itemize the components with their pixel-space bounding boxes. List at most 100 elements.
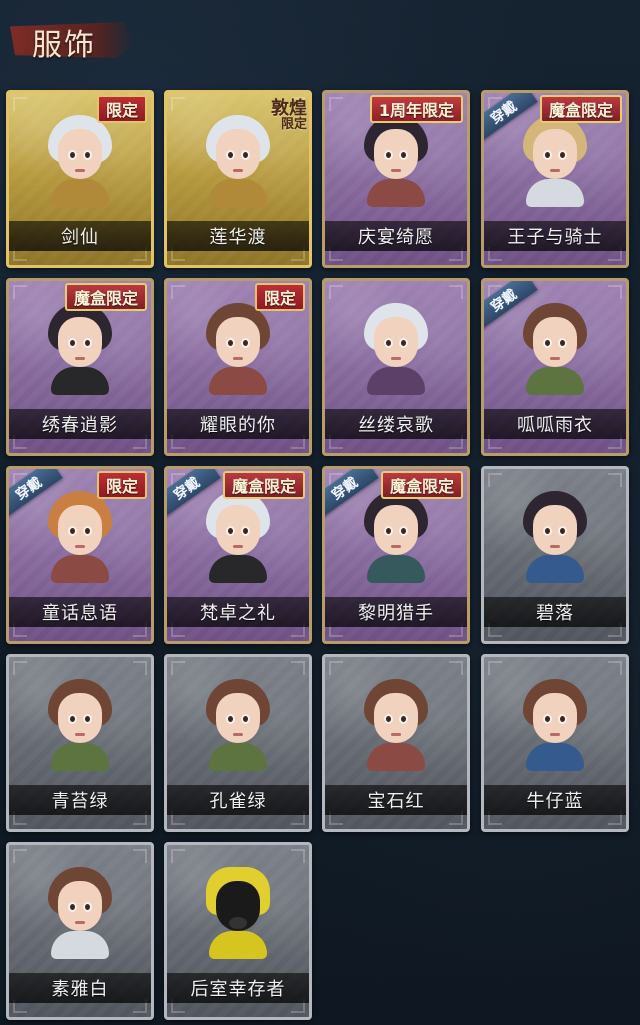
costume-badge: 魔盒限定 — [380, 471, 463, 499]
character-mouth — [391, 733, 401, 736]
character-mouth — [550, 169, 560, 172]
character-eye — [83, 338, 92, 348]
character-outfit — [526, 367, 584, 395]
card-corner-ornament — [608, 661, 622, 675]
costume-badge: 限定 — [96, 95, 147, 123]
card-corner-ornament — [171, 849, 185, 863]
costume-card[interactable]: 后室幸存者 — [164, 842, 312, 1020]
costume-card[interactable]: 魔盒限定 绣春逍影 — [6, 278, 154, 456]
costume-name-bar: 耀眼的你 — [167, 409, 309, 439]
character-eye — [558, 526, 567, 536]
card-corner-ornament — [13, 661, 27, 675]
costume-name-bar: 宝石红 — [325, 785, 467, 815]
character-eye — [543, 714, 552, 724]
character-eye — [543, 150, 552, 160]
costume-name: 孔雀绿 — [209, 791, 267, 812]
character-portrait — [199, 867, 277, 959]
character-outfit — [367, 367, 425, 395]
costume-name: 黎明猎手 — [358, 603, 434, 624]
costume-badge: 魔盒限定 — [222, 471, 305, 499]
character-mouth — [75, 733, 85, 736]
costume-name: 碧落 — [536, 603, 574, 624]
character-portrait — [199, 303, 277, 395]
character-mouth — [233, 169, 243, 172]
costume-card[interactable]: 宝石红 — [322, 654, 470, 832]
character-outfit — [209, 931, 267, 959]
costume-card[interactable]: 孔雀绿 — [164, 654, 312, 832]
costume-name-bar: 剑仙 — [9, 221, 151, 251]
costume-name-bar: 青苔绿 — [9, 785, 151, 815]
character-mouth — [233, 733, 243, 736]
costume-card[interactable]: 1周年限定 庆宴绮愿 — [322, 90, 470, 268]
costume-name-bar: 王子与骑士 — [484, 221, 626, 251]
card-corner-ornament — [488, 661, 502, 675]
character-eye — [399, 526, 408, 536]
costume-card[interactable]: 牛仔蓝 — [481, 654, 629, 832]
costume-name-bar: 黎明猎手 — [325, 597, 467, 627]
costume-name: 呱呱雨衣 — [517, 415, 593, 436]
costume-name-bar: 梵卓之礼 — [167, 597, 309, 627]
costume-name-bar: 绣春逍影 — [9, 409, 151, 439]
character-portrait — [41, 491, 119, 583]
card-corner-ornament — [291, 849, 305, 863]
card-corner-ornament — [449, 285, 463, 299]
costume-card[interactable]: 丝缕哀歌 — [322, 278, 470, 456]
card-corner-ornament — [449, 661, 463, 675]
character-portrait — [199, 491, 277, 583]
costume-name-bar: 丝缕哀歌 — [325, 409, 467, 439]
card-corner-ornament — [171, 661, 185, 675]
character-eye — [68, 150, 77, 160]
character-eye — [399, 338, 408, 348]
costume-name: 丝缕哀歌 — [358, 415, 434, 436]
card-corner-ornament — [133, 849, 147, 863]
costume-card[interactable]: 魔盒限定 穿戴 梵卓之礼 — [164, 466, 312, 644]
costume-name-bar: 呱呱雨衣 — [484, 409, 626, 439]
character-mouth — [233, 357, 243, 360]
character-mouth — [75, 357, 85, 360]
costume-card[interactable]: 青苔绿 — [6, 654, 154, 832]
costume-badge-line: 敦煌 — [271, 98, 307, 119]
costume-card[interactable]: 素雅白 — [6, 842, 154, 1020]
character-eye — [241, 526, 250, 536]
character-eye — [384, 338, 393, 348]
character-outfit — [51, 931, 109, 959]
costume-name: 庆宴绮愿 — [358, 227, 434, 248]
costume-name: 童话息语 — [42, 603, 118, 624]
costume-card[interactable]: 限定 穿戴 童话息语 — [6, 466, 154, 644]
character-portrait — [357, 679, 435, 771]
costume-name: 牛仔蓝 — [526, 791, 584, 812]
costume-card[interactable]: 魔盒限定 穿戴 王子与骑士 — [481, 90, 629, 268]
card-corner-ornament — [608, 285, 622, 299]
character-eye — [558, 714, 567, 724]
character-eye — [68, 526, 77, 536]
character-portrait — [357, 491, 435, 583]
costume-name: 素雅白 — [51, 979, 109, 1000]
costume-name: 宝石红 — [367, 791, 425, 812]
costume-card[interactable]: 魔盒限定 穿戴 黎明猎手 — [322, 466, 470, 644]
character-portrait — [516, 115, 594, 207]
character-eye — [399, 150, 408, 160]
costume-card[interactable]: 限定剑仙 — [6, 90, 154, 268]
character-eye — [558, 150, 567, 160]
card-corner-ornament — [13, 849, 27, 863]
character-outfit — [209, 743, 267, 771]
character-portrait — [41, 303, 119, 395]
card-corner-ornament — [329, 97, 343, 111]
costume-name: 后室幸存者 — [190, 979, 286, 1000]
character-outfit — [209, 367, 267, 395]
costume-badge: 限定 — [254, 283, 305, 311]
costume-card[interactable]: 敦煌 限定 莲华渡 — [164, 90, 312, 268]
character-portrait — [357, 303, 435, 395]
costume-name-bar: 庆宴绮愿 — [325, 221, 467, 251]
character-portrait — [516, 303, 594, 395]
character-eye — [68, 902, 77, 912]
character-outfit — [51, 179, 109, 207]
character-eye — [384, 150, 393, 160]
card-corner-ornament — [291, 661, 305, 675]
character-outfit — [51, 367, 109, 395]
character-portrait — [41, 679, 119, 771]
costume-card[interactable]: 限定耀眼的你 — [164, 278, 312, 456]
costume-card[interactable]: 碧落 — [481, 466, 629, 644]
costume-card[interactable]: 穿戴 呱呱雨衣 — [481, 278, 629, 456]
character-outfit — [526, 555, 584, 583]
